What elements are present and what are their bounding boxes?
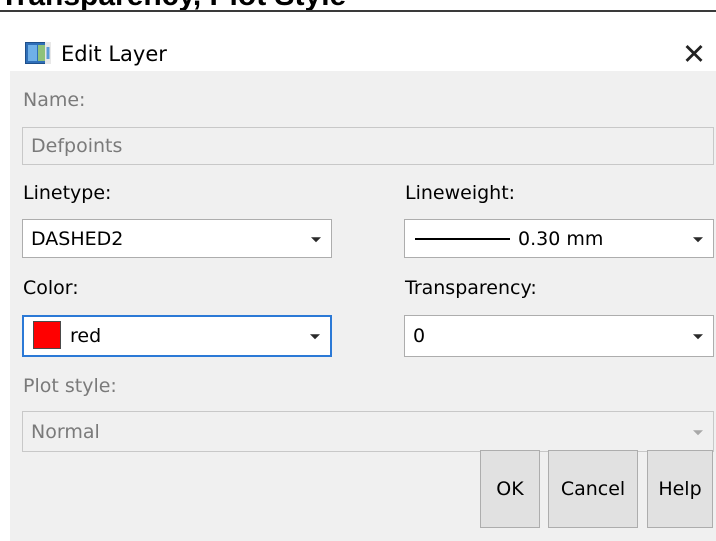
dialog-body: Name: Defpoints Linetype: DASHED2 Linewe… — [10, 71, 716, 541]
chevron-down-icon — [311, 236, 321, 242]
lineweight-dropdown[interactable]: 0.30 mm — [404, 219, 714, 258]
dialog-title: Edit Layer — [61, 42, 167, 66]
plot-style-label: Plot style: — [23, 375, 117, 397]
transparency-dropdown[interactable]: 0 — [404, 315, 714, 357]
chevron-down-icon — [310, 334, 320, 340]
plot-style-dropdown: Normal — [22, 411, 714, 452]
chevron-down-icon — [693, 334, 703, 340]
layers-app-icon — [25, 42, 51, 64]
help-button-label: Help — [658, 478, 702, 500]
color-swatch — [33, 321, 61, 349]
name-value: Defpoints — [31, 135, 123, 157]
close-button[interactable]: ✕ — [672, 34, 716, 74]
transparency-value: 0 — [413, 325, 426, 347]
lineweight-label: Lineweight: — [405, 182, 516, 204]
linetype-dropdown[interactable]: DASHED2 — [22, 219, 332, 258]
plot-style-value: Normal — [31, 420, 100, 443]
title-bar[interactable]: Edit Layer ✕ — [0, 12, 716, 71]
linetype-value: DASHED2 — [31, 227, 124, 250]
chevron-down-icon — [693, 429, 703, 435]
cancel-button-label: Cancel — [560, 478, 626, 500]
name-field: Defpoints — [22, 127, 714, 165]
ok-button-label: OK — [496, 478, 524, 500]
cancel-button[interactable]: Cancel — [548, 450, 638, 528]
color-dropdown[interactable]: red — [22, 315, 332, 357]
linetype-label: Linetype: — [23, 182, 112, 204]
ok-button[interactable]: OK — [480, 450, 540, 528]
transparency-label: Transparency: — [405, 277, 537, 299]
color-label: Color: — [23, 277, 79, 299]
close-icon: ✕ — [681, 37, 707, 71]
lineweight-value: 0.30 mm — [518, 227, 604, 250]
lineweight-preview — [415, 237, 510, 240]
color-value: red — [70, 325, 102, 347]
chevron-down-icon — [693, 236, 703, 242]
help-button[interactable]: Help — [647, 450, 713, 528]
name-label: Name: — [23, 89, 86, 111]
